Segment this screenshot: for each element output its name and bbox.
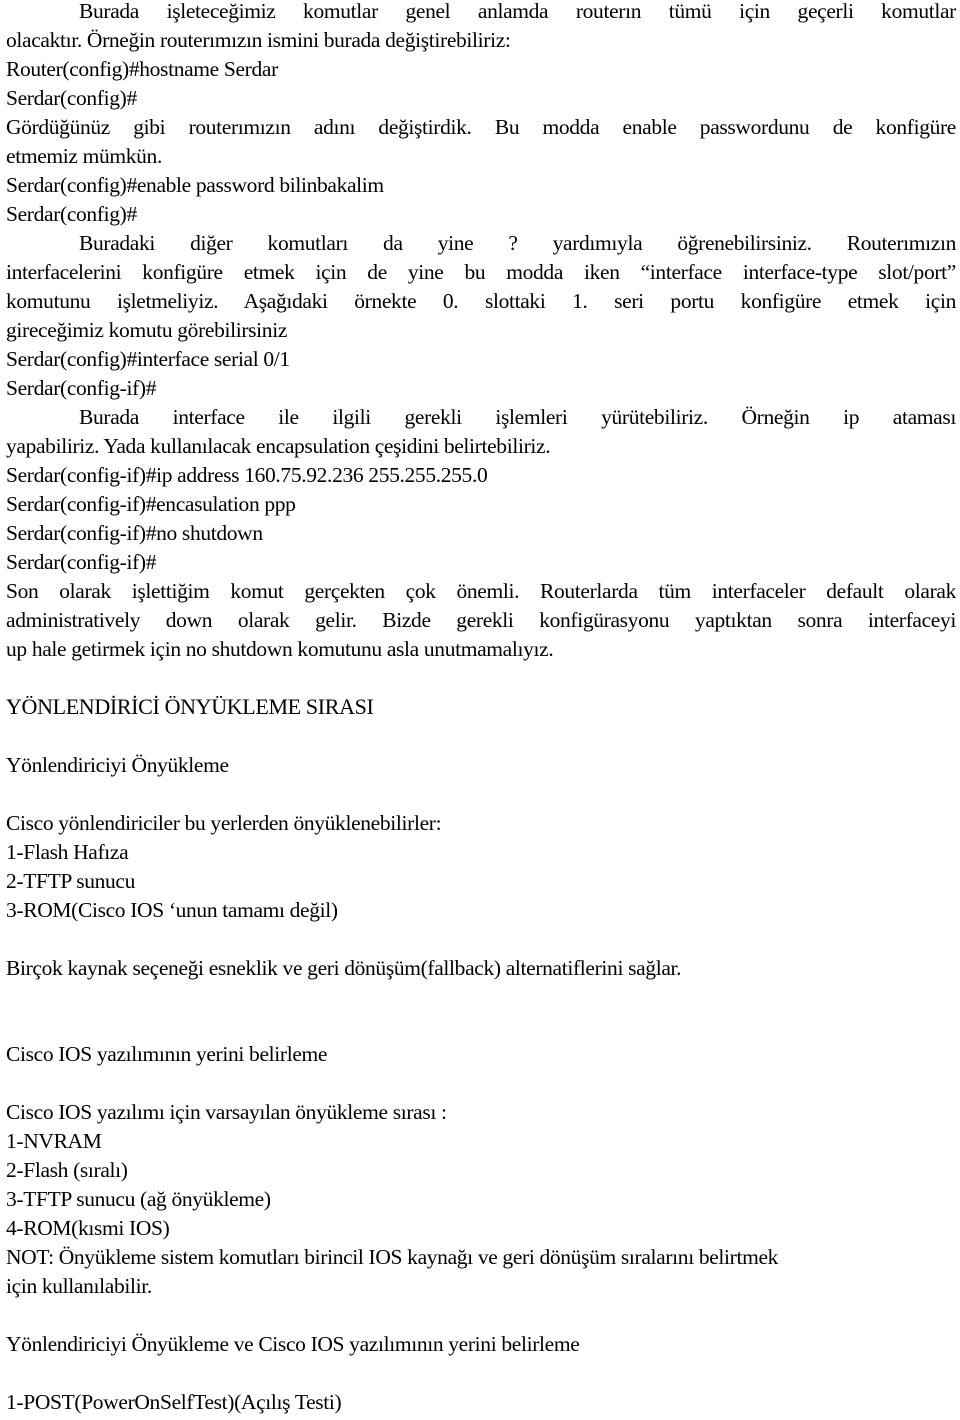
list-item: 2-Flash (sıralı) bbox=[6, 1158, 128, 1182]
subheading: Cisco IOS yazılımının yerini belirleme bbox=[6, 1042, 328, 1066]
note-line: için kullanılabilir. bbox=[6, 1274, 152, 1298]
list-item: 3-TFTP sunucu (ağ önyükleme) bbox=[6, 1187, 271, 1211]
paragraph-line: yapabiliriz. Yada kullanılacak encapsula… bbox=[6, 434, 551, 458]
paragraph-line: gireceğimiz komutu görebilirsiniz bbox=[6, 318, 288, 342]
paragraph-line: Cisco yönlendiriciler bu yerlerden önyük… bbox=[6, 811, 442, 835]
list-item: 3-ROM(Cisco IOS ‘unun tamamı değil) bbox=[6, 898, 338, 922]
command-line: Serdar(config)#enable password bilinbaka… bbox=[6, 173, 384, 197]
list-item: 1-Flash Hafıza bbox=[6, 840, 129, 864]
command-line: Serdar(config-if)#encasulation ppp bbox=[6, 492, 296, 516]
subheading: Yönlendiriciyi Önyükleme bbox=[6, 753, 229, 777]
paragraph-line: olacaktır. Örneğin routerımızın ismini b… bbox=[6, 28, 511, 52]
paragraph-line: Burada işleteceğimiz komutlar genel anla… bbox=[79, 0, 956, 23]
list-item: 4-ROM(kısmi IOS) bbox=[6, 1216, 170, 1240]
paragraph-line: komutunu işletmeliyiz. Aşağıdaki örnekte… bbox=[6, 289, 956, 313]
paragraph-line: Birçok kaynak seçeneği esneklik ve geri … bbox=[6, 956, 682, 980]
command-line: Serdar(config-if)#ip address 160.75.92.2… bbox=[6, 463, 488, 487]
paragraph-line: up hale getirmek için no shutdown komutu… bbox=[6, 637, 554, 661]
command-line: Serdar(config-if)# bbox=[6, 550, 157, 574]
command-line: Serdar(config)# bbox=[6, 86, 137, 110]
command-line: Serdar(config)# bbox=[6, 202, 137, 226]
list-item: 2-TFTP sunucu bbox=[6, 869, 136, 893]
paragraph-line: Burada interface ile ilgili gerekli işle… bbox=[79, 405, 956, 429]
paragraph-line: Son olarak işlettiğim komut gerçekten ço… bbox=[6, 579, 956, 603]
command-line: Serdar(config-if)#no shutdown bbox=[6, 521, 263, 545]
paragraph-line: Gördüğünüz gibi routerımızın adını değiş… bbox=[6, 115, 956, 139]
note-line: NOT: Önyükleme sistem komutları birincil… bbox=[6, 1245, 779, 1269]
command-line: Serdar(config-if)# bbox=[6, 376, 157, 400]
list-item: 1-POST(PowerOnSelfTest)(Açılış Testi) bbox=[6, 1390, 342, 1414]
paragraph-line: interfacelerini konfigüre etmek için de … bbox=[6, 260, 956, 284]
command-line: Serdar(config)#interface serial 0/1 bbox=[6, 347, 290, 371]
paragraph-line: etmemiz mümkün. bbox=[6, 144, 162, 168]
paragraph-line: administratively down olarak gelir. Bizd… bbox=[6, 608, 956, 632]
paragraph-line: Buradaki diğer komutları da yine ? yardı… bbox=[79, 231, 956, 255]
paragraph-line: Cisco IOS yazılımı için varsayılan önyük… bbox=[6, 1100, 447, 1124]
list-item: 1-NVRAM bbox=[6, 1129, 102, 1153]
subheading: Yönlendiriciyi Önyükleme ve Cisco IOS ya… bbox=[6, 1332, 580, 1356]
command-line: Router(config)#hostname Serdar bbox=[6, 57, 278, 81]
section-heading: YÖNLENDİRİCİ ÖNYÜKLEME SIRASI bbox=[6, 694, 374, 719]
